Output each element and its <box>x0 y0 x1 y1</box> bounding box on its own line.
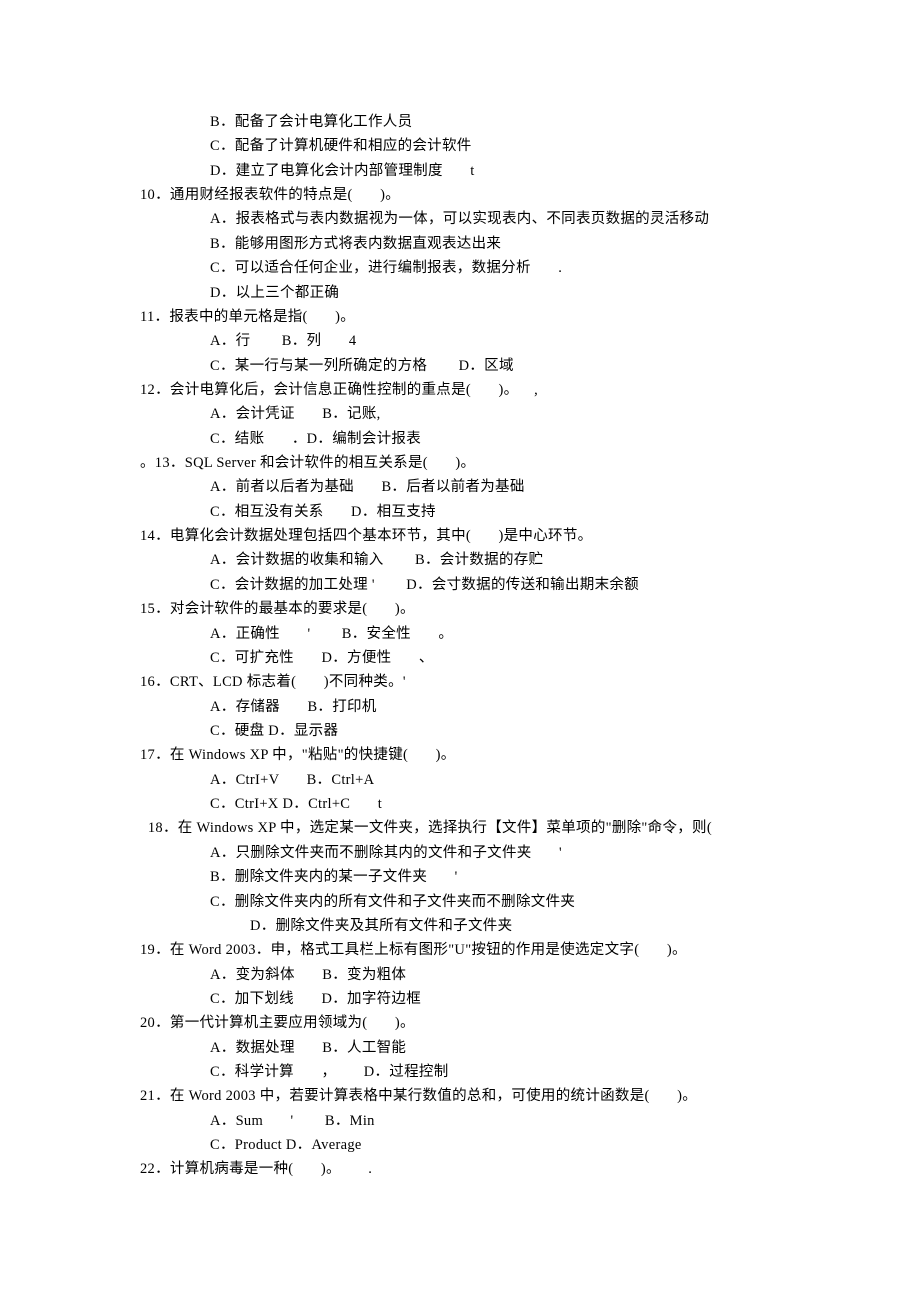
text-line: C．加下划线 D．加字符边框 <box>210 987 920 1011</box>
text-line: C．硬盘 D．显示器 <box>210 719 920 743</box>
text-line: C．Product D．Average <box>210 1133 920 1157</box>
text-line: A．存储器 B．打印机 <box>210 695 920 719</box>
text-line: C．CtrI+X D．Ctrl+C t <box>210 792 920 816</box>
text-line: D．建立了电算化会计内部管理制度 t <box>210 159 920 183</box>
text-line: 19．在 Word 2003．申，格式工具栏上标有图形"U"按钮的作用是使选定文… <box>140 938 920 962</box>
text-line: C．科学计算 ， D．过程控制 <box>210 1060 920 1084</box>
text-line: D．以上三个都正确 <box>210 281 920 305</box>
text-line: 15．对会计软件的最基本的要求是( )。 <box>140 597 920 621</box>
text-line: A．前者以后者为基础 B．后者以前者为基础 <box>210 475 920 499</box>
text-line: B．删除文件夹内的某一子文件夹 ' <box>210 865 920 889</box>
text-line: 12．会计电算化后，会计信息正确性控制的重点是( )。 , <box>140 378 920 402</box>
text-line: C．某一行与某一列所确定的方格 D．区域 <box>210 354 920 378</box>
text-line: 17．在 Windows XP 中，"粘贴"的快捷键( )。 <box>140 743 920 767</box>
text-line: A．数据处理 B．人工智能 <box>210 1036 920 1060</box>
text-line: C．配备了计算机硬件和相应的会计软件 <box>210 134 920 158</box>
text-line: C．可扩充性 D．方便性 、 <box>210 646 920 670</box>
text-line: 16．CRT、LCD 标志着( )不同种类。' <box>140 670 920 694</box>
text-line: C．会计数据的加工处理 ' D．会寸数据的传送和输出期末余额 <box>210 573 920 597</box>
text-line: 18．在 Windows XP 中，选定某一文件夹，选择执行【文件】菜单项的"删… <box>140 816 920 840</box>
text-line: C．可以适合任何企业，进行编制报表，数据分析 . <box>210 256 920 280</box>
text-line: C．删除文件夹内的所有文件和子文件夹而不删除文件夹 <box>210 890 920 914</box>
text-line: A．会计数据的收集和输入 B．会计数据的存贮 <box>210 548 920 572</box>
text-line: A．Sum ' B．Min <box>210 1109 920 1133</box>
text-line: 20．第一代计算机主要应用领域为( )。 <box>140 1011 920 1035</box>
exam-document: B．配备了会计电算化工作人员C．配备了计算机硬件和相应的会计软件D．建立了电算化… <box>140 110 920 1182</box>
text-line: C．相互没有关系 D．相互支持 <box>210 500 920 524</box>
text-line: 14．电算化会计数据处理包括四个基本环节，其中( )是中心环节。 <box>140 524 920 548</box>
text-line: 21．在 Word 2003 中，若要计算表格中某行数值的总和，可使用的统计函数… <box>140 1084 920 1108</box>
text-line: 。13．SQL Server 和会计软件的相互关系是( )。 <box>140 451 920 475</box>
text-line: A．CtrI+V B．Ctrl+A <box>210 768 920 792</box>
text-line: A．只删除文件夹而不删除其内的文件和子文件夹 ' <box>210 841 920 865</box>
text-line: A．变为斜体 B．变为粗体 <box>210 963 920 987</box>
text-line: A．行 B．列 4 <box>210 329 920 353</box>
text-line: 10．通用财经报表软件的特点是( )。 <box>140 183 920 207</box>
text-line: 22．计算机病毒是一种( )。 . <box>140 1157 920 1181</box>
text-line: B．能够用图形方式将表内数据直观表达出来 <box>210 232 920 256</box>
text-line: D．删除文件夹及其所有文件和子文件夹 <box>250 914 920 938</box>
text-line: 11．报表中的单元格是指( )。 <box>140 305 920 329</box>
text-line: A．会计凭证 B．记账, <box>210 402 920 426</box>
text-line: B．配备了会计电算化工作人员 <box>210 110 920 134</box>
text-line: C．结账 ．D．编制会计报表 <box>210 427 920 451</box>
text-line: A．报表格式与表内数据视为一体，可以实现表内、不同表页数据的灵活移动 <box>210 207 920 231</box>
text-line: A．正确性 ' B．安全性 。 <box>210 622 920 646</box>
